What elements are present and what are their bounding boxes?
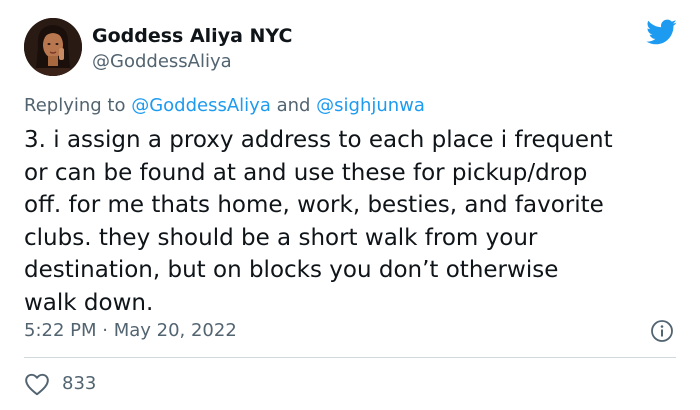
mention-link[interactable]: @sighjunwa xyxy=(316,95,425,116)
heart-icon xyxy=(25,373,49,396)
replying-to-label: Replying to xyxy=(24,95,132,116)
tweet-text: 3. i assign a proxy address to each plac… xyxy=(24,127,613,316)
info-icon[interactable] xyxy=(650,319,674,343)
mention-link[interactable]: @GoddessAliya xyxy=(131,95,271,116)
author-display-name[interactable]: Goddess Aliya NYC xyxy=(92,24,292,48)
divider xyxy=(24,357,676,358)
avatar-image xyxy=(24,18,82,76)
author-handle[interactable]: @GoddessAliya xyxy=(92,51,232,73)
like-count: 833 xyxy=(62,373,97,394)
tweet-timestamp[interactable]: 5:22 PM · May 20, 2022 xyxy=(24,320,237,342)
twitter-bird-icon[interactable] xyxy=(645,18,677,46)
replying-to-line: Replying to @GoddessAliya and @sighjunwa xyxy=(24,95,425,117)
avatar[interactable] xyxy=(24,18,82,76)
replying-conjunction: and xyxy=(270,95,317,116)
like-button[interactable]: 833 xyxy=(24,370,96,398)
